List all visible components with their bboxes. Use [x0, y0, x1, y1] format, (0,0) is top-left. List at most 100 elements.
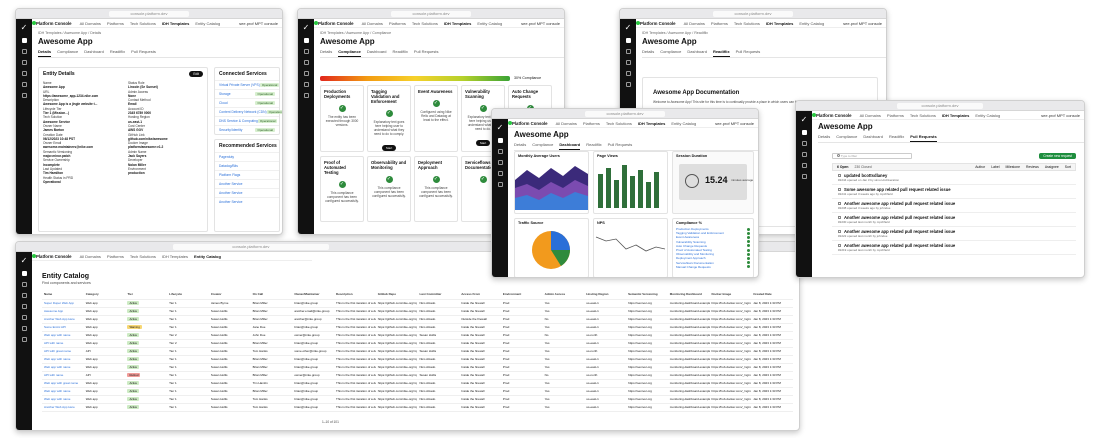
column-header[interactable]: Name: [42, 290, 84, 300]
column-header[interactable]: Admin Access: [542, 290, 585, 300]
sidebar-docs-icon[interactable]: [21, 82, 27, 87]
nav-idh-templates[interactable]: IDH Templates: [162, 254, 188, 259]
table-row[interactable]: Another Web App Here Web app Active Tier 1S…: [42, 315, 793, 324]
cell-name[interactable]: Another Web App Here: [42, 403, 84, 412]
cell-name[interactable]: API with great name: [42, 347, 84, 356]
tab-details[interactable]: Details: [818, 134, 830, 142]
tab-compliance[interactable]: Compliance: [57, 49, 78, 57]
sidebar-templates-icon[interactable]: [497, 171, 503, 176]
filter-author[interactable]: Author: [975, 165, 985, 169]
compliance-card[interactable]: Proof of Automated Testing ✓ This complian…: [320, 156, 364, 222]
cell-name[interactable]: Some Erotic API: [42, 323, 84, 332]
pull-request-row[interactable]: Another awesome app related pull request…: [832, 227, 1076, 241]
pull-request-row[interactable]: Another awesome app related pull request…: [832, 241, 1076, 255]
nike-logo-icon[interactable]: ✓: [298, 23, 314, 32]
table-row[interactable]: API with great name API Active Tier 1 Susan …: [42, 347, 793, 356]
tab-readiflix[interactable]: Readiflix: [392, 49, 407, 57]
sidebar-home-icon[interactable]: [21, 38, 27, 43]
address-bar[interactable]: console.platform.dev: [109, 11, 189, 17]
sidebar-templates-icon[interactable]: [21, 304, 27, 309]
compliance-card[interactable]: Deployment Approach ✓ This compliance comp…: [414, 156, 458, 222]
compliance-card[interactable]: Production Deployments ✓ The entity has be…: [320, 85, 364, 152]
nav-entity-catalog[interactable]: Entity Catalog: [671, 121, 696, 126]
nike-logo-icon[interactable]: ✓: [16, 23, 32, 32]
nav-entity-catalog[interactable]: Entity Catalog: [799, 21, 824, 26]
sidebar-catalog-icon[interactable]: [303, 60, 309, 65]
nav-entity-catalog[interactable]: Entity Catalog: [194, 254, 221, 259]
column-header[interactable]: Description: [334, 290, 376, 300]
nav-all-domains[interactable]: All Domains: [684, 21, 705, 26]
nav-tech-solutions[interactable]: Tech Solutions: [910, 113, 936, 118]
tab-readiflix[interactable]: Readiflix: [110, 49, 125, 57]
pull-request-row[interactable]: Another awesome app related pull request…: [832, 199, 1076, 213]
column-header[interactable]: Owner/Maintainer: [292, 290, 335, 300]
tab-compliance[interactable]: Compliance: [660, 49, 681, 57]
tab-details[interactable]: Details: [642, 49, 654, 57]
connected-service-row[interactable]: Security/Identity Operational: [215, 125, 279, 134]
tab-pull-requests[interactable]: Pull Requests: [608, 142, 633, 150]
cell-name[interactable]: Web app with name: [42, 363, 84, 372]
user-label[interactable]: see.prof MPT console: [1041, 113, 1080, 118]
nav-platforms[interactable]: Platforms: [107, 254, 124, 259]
cell-name[interactable]: Web app with name: [42, 395, 84, 404]
cell-name[interactable]: API with name: [42, 371, 84, 380]
column-header[interactable]: Last Committer: [417, 290, 460, 300]
pr-checkbox[interactable]: [838, 230, 841, 233]
user-label[interactable]: see.prof MPT console: [843, 21, 882, 26]
sidebar-catalog-icon[interactable]: [625, 60, 631, 65]
nav-idh-templates[interactable]: IDH Templates: [638, 121, 666, 126]
tab-dashboard[interactable]: Dashboard: [559, 142, 581, 150]
nike-logo-icon[interactable]: ✓: [492, 123, 508, 132]
cell-name[interactable]: Awesome App: [42, 307, 84, 316]
column-header[interactable]: Docker Image: [709, 290, 752, 300]
tab-compliance[interactable]: Compliance: [338, 49, 361, 57]
nike-logo-icon[interactable]: ✓: [16, 256, 32, 265]
column-header[interactable]: Access From: [459, 290, 501, 300]
pr-checkbox[interactable]: [838, 174, 841, 177]
cell-name[interactable]: Web app with name: [42, 387, 84, 396]
start-button[interactable]: Start: [381, 145, 397, 151]
sidebar-templates-icon[interactable]: [303, 71, 309, 76]
column-header[interactable]: Monitoring Dashboard: [667, 290, 710, 300]
table-row[interactable]: Web app with great name Web app Active Tier…: [42, 379, 793, 388]
sidebar-docs-icon[interactable]: [21, 315, 27, 320]
compliance-card[interactable]: Tagging Validation and Enforcement ✓ Expla…: [367, 85, 411, 152]
service-name[interactable]: DNS Service & Computing: [219, 119, 258, 123]
column-header[interactable]: Semantic Versioning: [626, 290, 668, 300]
sidebar-search-icon[interactable]: [303, 49, 309, 54]
sidebar-settings-icon[interactable]: [21, 93, 27, 98]
sidebar-templates-icon[interactable]: [21, 71, 27, 76]
cell-name[interactable]: Web app with name: [42, 355, 84, 364]
compliance-list-item[interactable]: Manual Change Requests: [673, 265, 753, 269]
table-row[interactable]: Web app with name Web app Active Tier 2 Susa…: [42, 331, 793, 340]
sidebar-templates-icon[interactable]: [801, 163, 807, 168]
table-row[interactable]: API with name API Retired Tier 1 Susan Holli…: [42, 371, 793, 380]
open-count[interactable]: 6 Open: [837, 165, 849, 169]
address-bar[interactable]: console.platform.dev: [172, 244, 330, 250]
tab-compliance[interactable]: Compliance: [836, 134, 857, 142]
pr-checkbox[interactable]: [838, 216, 841, 219]
recommended-service-link[interactable]: Platform Flags: [215, 170, 279, 179]
sidebar-home-icon[interactable]: [21, 271, 27, 276]
sidebar-search-icon[interactable]: [497, 149, 503, 154]
nav-all-domains[interactable]: All Domains: [860, 113, 881, 118]
recommended-service-link[interactable]: Another Service: [215, 188, 279, 197]
pull-request-row[interactable]: updated bcottsdlaney #2244 opened on Jan …: [832, 171, 1076, 185]
table-row[interactable]: Some Erotic API Web app Warning Tier 1 Susan…: [42, 323, 793, 332]
sidebar-search-icon[interactable]: [801, 141, 807, 146]
create-new-request-button[interactable]: Create new request: [1039, 153, 1076, 159]
table-row[interactable]: Web app with name Web app Active Tier 1 Susa…: [42, 387, 793, 396]
sidebar-catalog-icon[interactable]: [21, 60, 27, 65]
sidebar-home-icon[interactable]: [625, 38, 631, 43]
pr-search-input[interactable]: Type to filter: [832, 153, 912, 159]
tab-dashboard[interactable]: Dashboard: [84, 49, 104, 57]
cell-name[interactable]: Another Web App Here: [42, 315, 84, 324]
nav-idh-templates[interactable]: IDH Templates: [162, 21, 190, 26]
recommended-service-link[interactable]: Another Service: [215, 197, 279, 206]
cell-name[interactable]: Web app with great name: [42, 379, 84, 388]
column-header[interactable]: Created Date: [751, 290, 793, 300]
tab-pull-requests[interactable]: Pull Requests: [414, 49, 439, 57]
service-name[interactable]: Storage: [219, 92, 231, 96]
tab-readiflix[interactable]: Readiflix: [712, 49, 730, 57]
service-name[interactable]: Virtual Private Server (VPS): [219, 83, 260, 87]
